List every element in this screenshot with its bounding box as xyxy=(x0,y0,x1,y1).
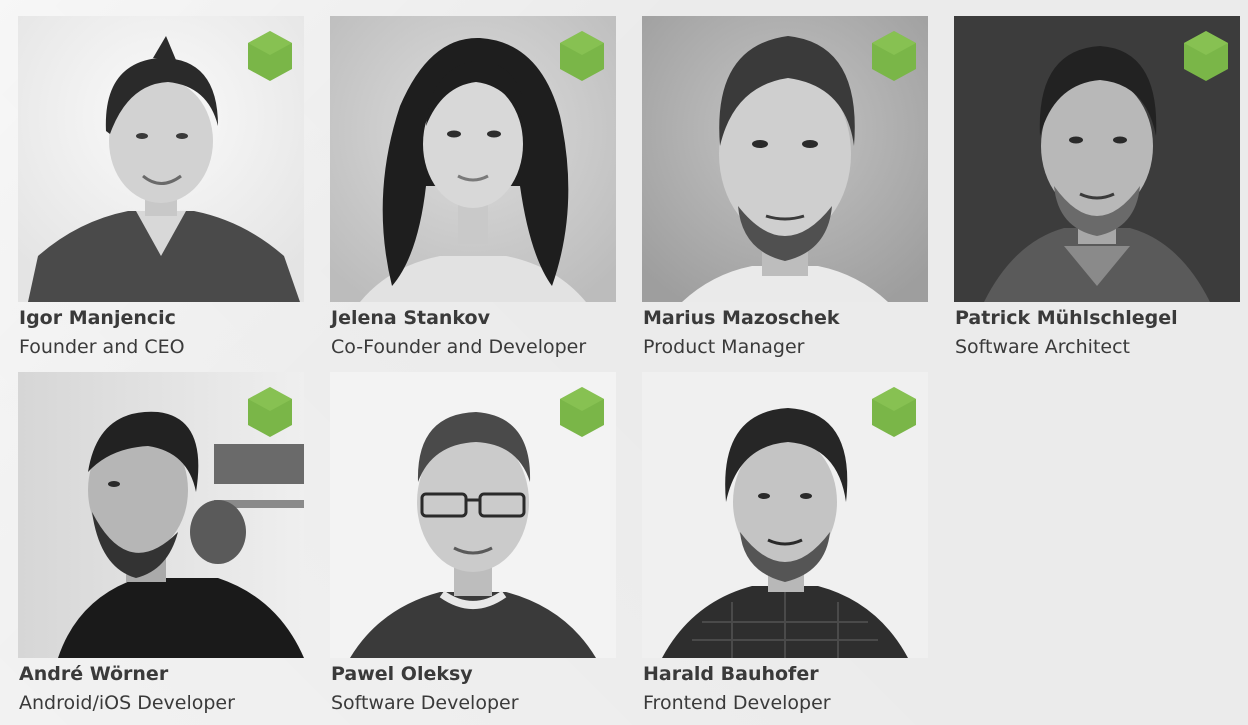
green-hexagon-icon xyxy=(872,31,916,81)
member-name[interactable]: Jelena Stankov xyxy=(331,307,490,329)
member-role: Frontend Developer xyxy=(643,692,831,714)
member-photo[interactable] xyxy=(18,16,304,302)
member-name[interactable]: André Wörner xyxy=(19,663,168,685)
green-hexagon-icon xyxy=(560,387,604,437)
member-role: Founder and CEO xyxy=(19,336,185,358)
member-photo[interactable] xyxy=(330,16,616,302)
team-grid: Igor Manjencic Founder and CEO Jelena St… xyxy=(0,0,1248,725)
member-role: Software Architect xyxy=(955,336,1130,358)
member-name[interactable]: Marius Mazoschek xyxy=(643,307,840,329)
green-hexagon-icon xyxy=(560,31,604,81)
member-name[interactable]: Harald Bauhofer xyxy=(643,663,819,685)
member-role: Co-Founder and Developer xyxy=(331,336,587,358)
green-hexagon-icon xyxy=(1184,31,1228,81)
member-photo[interactable] xyxy=(330,372,616,658)
member-role: Software Developer xyxy=(331,692,519,714)
member-photo[interactable] xyxy=(642,16,928,302)
green-hexagon-icon xyxy=(872,387,916,437)
member-photo[interactable] xyxy=(642,372,928,658)
member-photo[interactable] xyxy=(18,372,304,658)
member-name[interactable]: Pawel Oleksy xyxy=(331,663,473,685)
member-role: Android/iOS Developer xyxy=(19,692,235,714)
green-hexagon-icon xyxy=(248,31,292,81)
member-photo[interactable] xyxy=(954,16,1240,302)
member-role: Product Manager xyxy=(643,336,805,358)
member-name[interactable]: Igor Manjencic xyxy=(19,307,176,329)
member-name[interactable]: Patrick Mühlschlegel xyxy=(955,307,1178,329)
green-hexagon-icon xyxy=(248,387,292,437)
